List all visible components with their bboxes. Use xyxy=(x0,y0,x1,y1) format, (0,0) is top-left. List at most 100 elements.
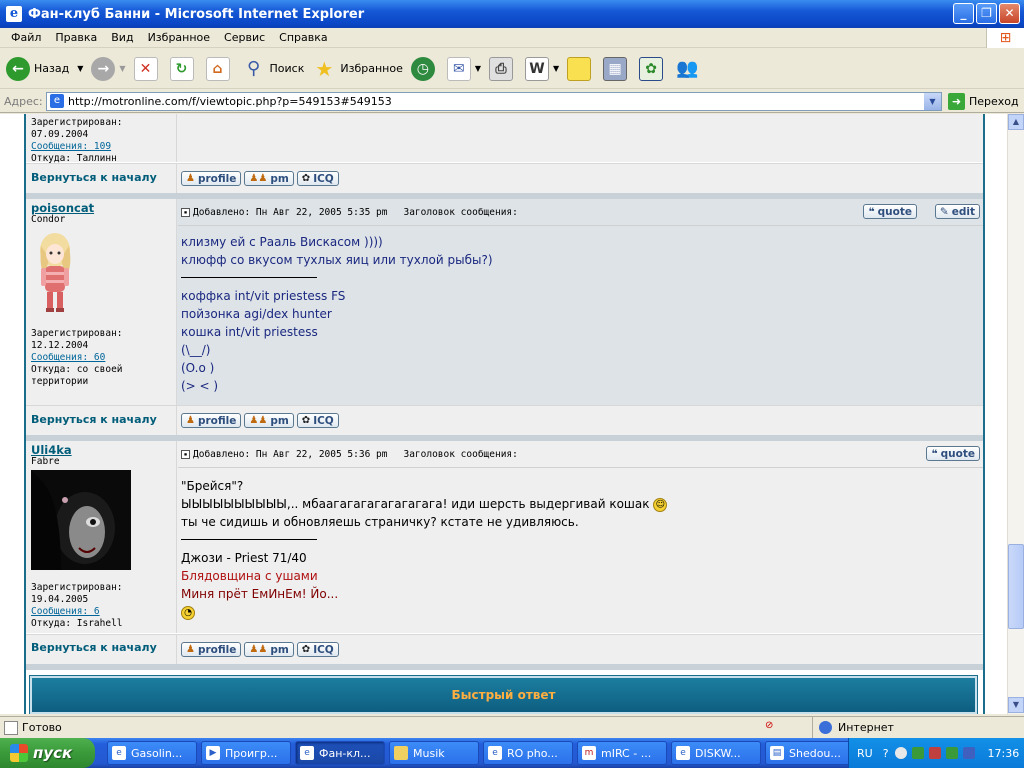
confused-emoticon-icon: ◔ xyxy=(181,605,195,620)
history-button[interactable]: ◷ xyxy=(410,56,439,81)
posts-link[interactable]: Сообщения: 109 xyxy=(31,141,111,152)
folder-icon xyxy=(394,746,408,760)
forward-button[interactable]: → ▼ xyxy=(91,56,126,81)
pm-label: pm xyxy=(270,172,289,185)
pm-button[interactable]: ♟♟ pm xyxy=(244,171,294,186)
username[interactable]: poisoncat xyxy=(31,202,171,214)
chevron-down-icon[interactable]: ▼ xyxy=(553,64,559,73)
taskbar-item[interactable]: e RO pho... xyxy=(483,741,573,765)
taskbar-item[interactable]: e Gasolin... xyxy=(107,741,197,765)
posts-link[interactable]: Сообщения: 6 xyxy=(31,606,100,617)
pm-button[interactable]: ♟♟ pm xyxy=(244,413,294,428)
maximize-button[interactable]: ❐ xyxy=(976,3,997,24)
taskbar-item-active[interactable]: e Фан-кл... xyxy=(295,741,385,765)
users-icon: ♟♟ xyxy=(249,644,268,655)
favorites-button[interactable]: ★ Избранное xyxy=(312,57,402,81)
menu-favorites[interactable]: Избранное xyxy=(141,31,217,44)
address-dropdown-icon[interactable]: ▼ xyxy=(924,92,941,110)
quote-button[interactable]: ❝ quote xyxy=(863,204,917,219)
research-button[interactable]: ▦ xyxy=(603,56,631,81)
taskbar-item[interactable]: e DISKW... xyxy=(671,741,761,765)
chevron-down-icon[interactable]: ▼ xyxy=(119,64,125,73)
taskbar-item[interactable]: ▶ Проигр... xyxy=(201,741,291,765)
menu-help[interactable]: Справка xyxy=(272,31,334,44)
clock[interactable]: 17:36 xyxy=(988,747,1020,760)
reg-date: 19.04.2005 xyxy=(31,594,89,605)
app-tray-icon[interactable] xyxy=(911,747,924,759)
icq-label: ICQ xyxy=(313,414,334,427)
forum-table: Зарегистрирован: 07.09.2004 Сообщения: 1… xyxy=(24,114,985,714)
profile-button[interactable]: ♟ profile xyxy=(181,642,242,657)
profile-button[interactable]: ♟ profile xyxy=(181,171,242,186)
edit-label: edit xyxy=(951,205,975,218)
media-player-icon: ▶ xyxy=(206,746,220,760)
note-icon xyxy=(567,56,592,81)
profile-button[interactable]: ♟ profile xyxy=(181,413,242,428)
icq-tray-icon[interactable] xyxy=(945,747,958,759)
go-button[interactable]: ➜ Переход xyxy=(948,92,1019,110)
vertical-scrollbar[interactable]: ▲ ▼ xyxy=(1007,114,1024,714)
posts-link[interactable]: Сообщения: 60 xyxy=(31,352,105,363)
network-tray-icon[interactable] xyxy=(962,747,975,759)
stop-button[interactable]: ✕ xyxy=(133,56,162,81)
forward-arrow-icon: → xyxy=(91,56,116,81)
menu-edit[interactable]: Правка xyxy=(48,31,104,44)
back-to-top-link[interactable]: Вернуться к началу xyxy=(31,414,157,426)
mail-icon: ✉ xyxy=(446,56,471,81)
icq-flower-icon: ✿ xyxy=(301,173,311,184)
help-icon[interactable]: ? xyxy=(883,747,889,760)
icq-button[interactable]: ✿ ICQ xyxy=(296,413,339,428)
pm-button[interactable]: ♟♟ pm xyxy=(244,642,294,657)
menu-bar: Файл Правка Вид Избранное Сервис Справка xyxy=(0,28,1024,48)
ie-icon: e xyxy=(300,746,314,760)
taskbar-item[interactable]: m mIRC - ... xyxy=(577,741,667,765)
quick-reply-header[interactable]: Быстрый ответ xyxy=(29,675,978,714)
language-indicator[interactable]: RU xyxy=(857,747,873,760)
back-to-top-link[interactable]: Вернуться к началу xyxy=(31,172,157,184)
address-input[interactable]: e http://motronline.com/f/viewtopic.php?… xyxy=(46,91,942,111)
page-content: Зарегистрирован: 07.09.2004 Сообщения: 1… xyxy=(0,114,1007,714)
minimize-button[interactable]: _ xyxy=(953,3,974,24)
notes-button[interactable] xyxy=(567,56,595,81)
username[interactable]: Uli4ka xyxy=(31,444,171,456)
scroll-thumb[interactable] xyxy=(1008,544,1024,629)
mail-button[interactable]: ✉ ▼ xyxy=(446,56,481,81)
taskbar-item[interactable]: ▤ Shedou... xyxy=(765,741,855,765)
chevron-down-icon[interactable]: ▼ xyxy=(77,64,83,73)
app-tray-icon[interactable] xyxy=(928,747,941,759)
print-button[interactable]: ⎙ xyxy=(489,56,517,81)
back-button[interactable]: ← Назад ▼ xyxy=(6,56,83,81)
security-zone: Интернет xyxy=(812,717,1024,738)
edit-page-button[interactable]: W ▼ xyxy=(525,56,559,81)
refresh-button[interactable]: ↻ xyxy=(169,56,198,81)
app-icon: e xyxy=(676,746,690,760)
menu-tools[interactable]: Сервис xyxy=(217,31,272,44)
pm-label: pm xyxy=(270,414,289,427)
icq-toolbar-button[interactable]: ✿ xyxy=(639,56,667,81)
close-button[interactable]: ✕ xyxy=(999,3,1020,24)
scroll-up-icon[interactable]: ▲ xyxy=(1008,114,1024,130)
quote-label: quote xyxy=(877,205,912,218)
edit-button[interactable]: ✎ edit xyxy=(934,204,980,219)
chevron-down-icon[interactable]: ▼ xyxy=(475,64,481,73)
taskbar-item[interactable]: Musik xyxy=(389,741,479,765)
location: Откуда: Israhell xyxy=(31,618,123,629)
menu-file[interactable]: Файл xyxy=(4,31,48,44)
back-tray-icon[interactable] xyxy=(894,747,907,759)
post-line: ты че сидишь и обновляешь страничку? кст… xyxy=(181,515,579,529)
quote-button[interactable]: ❝ quote xyxy=(926,446,980,461)
scroll-down-icon[interactable]: ▼ xyxy=(1008,697,1024,713)
go-label: Переход xyxy=(969,94,1019,108)
search-button[interactable]: ⚲ Поиск xyxy=(242,57,304,81)
home-button[interactable]: ⌂ xyxy=(205,56,234,81)
edit-icon: ✎ xyxy=(939,205,949,218)
menu-view[interactable]: Вид xyxy=(104,31,140,44)
icq-button[interactable]: ✿ ICQ xyxy=(296,642,339,657)
messenger-button[interactable]: 👥 xyxy=(675,57,703,81)
icq-button[interactable]: ✿ ICQ xyxy=(296,171,339,186)
address-bar: Адрес: e http://motronline.com/f/viewtop… xyxy=(0,90,1024,113)
start-button[interactable]: пуск xyxy=(0,738,95,768)
subject-label: Заголовок сообщения: xyxy=(403,206,518,218)
back-to-top-link[interactable]: Вернуться к началу xyxy=(31,642,157,654)
taskbar: пуск e Gasolin... ▶ Проигр... e Фан-кл... M… xyxy=(0,738,1024,768)
